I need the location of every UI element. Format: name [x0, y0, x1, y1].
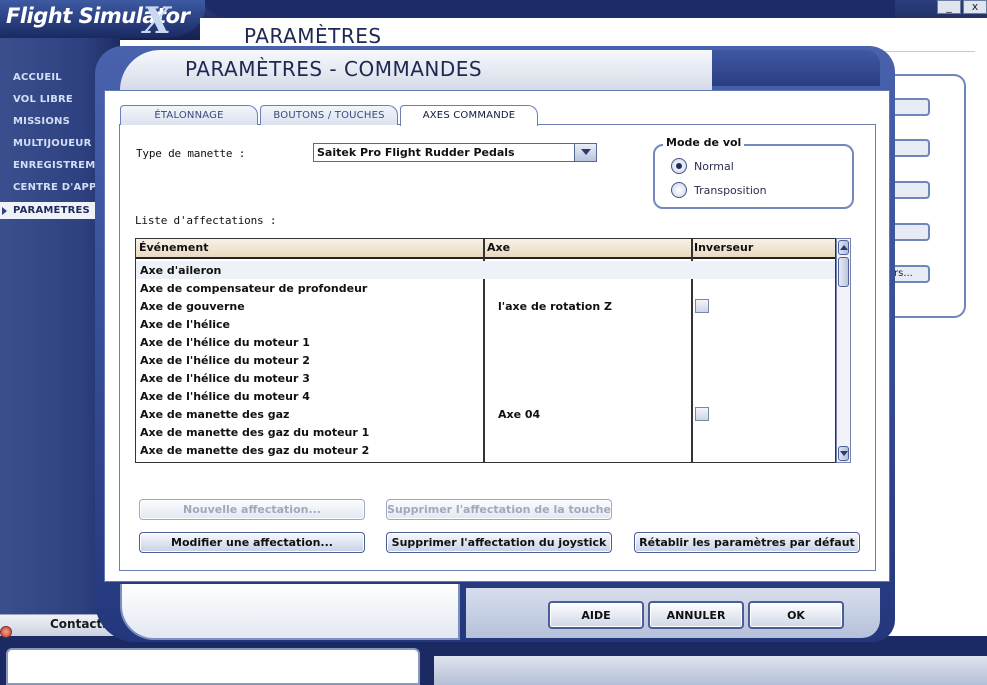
tab-axes-commande[interactable]: AXES COMMANDE — [400, 105, 538, 126]
row-event: Axe de manette des gaz du moteur 2 — [140, 444, 370, 457]
row-event: Axe de gouverne — [140, 300, 245, 313]
radio-transposition[interactable] — [671, 182, 687, 198]
inverse-checkbox[interactable] — [695, 407, 709, 421]
row-axis: Axe 04 — [498, 408, 541, 421]
row-event: Axe de l'hélice du moteur 1 — [140, 336, 310, 349]
table-row[interactable]: Axe de manette des gaz Axe 04 — [136, 405, 835, 423]
active-marker-icon — [2, 207, 7, 215]
delete-joystick-assignment-button[interactable]: Supprimer l'affectation du joystick — [386, 532, 612, 553]
assignments-list[interactable]: Événement Axe Inverseur Axe d'aileron Ax… — [135, 238, 836, 463]
window-controls: _ x — [937, 0, 987, 14]
column-header-evenement[interactable]: Événement — [139, 241, 208, 254]
controller-type-value: Saitek Pro Flight Rudder Pedals — [317, 146, 515, 159]
scroll-down-button[interactable] — [838, 446, 849, 461]
help-button[interactable]: AIDE — [548, 601, 644, 629]
list-header: Événement Axe Inverseur — [136, 239, 835, 259]
table-row[interactable]: Axe de l'hélice du moteur 4 — [136, 387, 835, 405]
app-logo: Flight Simulator X — [0, 0, 205, 42]
row-event: Axe d'aileron — [140, 264, 222, 277]
table-row[interactable]: Axe de gouverne l'axe de rotation Z — [136, 297, 835, 315]
list-scrollbar[interactable] — [836, 238, 851, 463]
column-header-axe[interactable]: Axe — [487, 241, 510, 254]
column-header-inverseur[interactable]: Inverseur — [694, 241, 753, 254]
scroll-thumb[interactable] — [838, 257, 849, 287]
table-row[interactable]: Axe de l'hélice du moteur 3 — [136, 369, 835, 387]
status-dot-icon — [0, 626, 12, 638]
tab-boutons-touches[interactable]: BOUTONS / TOUCHES — [260, 105, 398, 125]
table-row[interactable]: Axe de manette des gaz du moteur 2 — [136, 441, 835, 459]
table-row[interactable]: Axe de l'hélice du moteur 1 — [136, 333, 835, 351]
row-event: Axe de manette des gaz — [140, 408, 290, 421]
title-strip — [205, 0, 895, 18]
bottom-strip — [434, 656, 987, 685]
row-event: Axe de compensateur de profondeur — [140, 282, 368, 295]
modify-assignment-button[interactable]: Modifier une affectation... — [139, 532, 365, 553]
table-row[interactable]: Axe de l'hélice — [136, 315, 835, 333]
row-event: Axe de l'hélice — [140, 318, 231, 331]
radio-transposition-label[interactable]: Transposition — [694, 184, 767, 197]
new-assignment-button[interactable]: Nouvelle affectation... — [139, 499, 365, 520]
controller-type-label: Type de manette : — [136, 147, 246, 160]
minimize-button[interactable]: _ — [937, 0, 961, 14]
close-button[interactable]: x — [963, 0, 987, 14]
restore-defaults-button[interactable]: Rétablir les paramètres par défaut — [634, 532, 860, 553]
radio-normal[interactable] — [671, 158, 687, 174]
bottom-panel — [6, 648, 420, 685]
row-event: Axe de l'hélice du moteur 4 — [140, 390, 310, 403]
ok-button[interactable]: OK — [748, 601, 844, 629]
table-row[interactable]: Axe de manette des gaz du moteur 1 — [136, 423, 835, 441]
row-event: Axe de manette des gaz du moteur 1 — [140, 426, 370, 439]
dialog-title: PARAMÈTRES - COMMANDES — [185, 57, 483, 81]
dialog-footer-left — [120, 584, 460, 640]
table-row[interactable]: Axe d'aileron — [136, 261, 835, 279]
scroll-up-button[interactable] — [838, 240, 849, 255]
row-axis: l'axe de rotation Z — [498, 300, 612, 313]
table-row[interactable]: Axe de l'hélice du moteur 2 — [136, 351, 835, 369]
arrow-up-icon — [840, 245, 848, 250]
row-event: Axe de l'hélice du moteur 3 — [140, 372, 310, 385]
radio-normal-label[interactable]: Normal — [694, 160, 734, 173]
assignments-list-label: Liste d'affectations : — [135, 214, 277, 227]
inverse-checkbox[interactable] — [695, 299, 709, 313]
delete-key-assignment-button[interactable]: Supprimer l'affectation de la touche — [386, 499, 612, 520]
row-event: Axe de l'hélice du moteur 2 — [140, 354, 310, 367]
flight-mode-legend: Mode de vol — [663, 136, 745, 149]
arrow-down-icon — [840, 451, 848, 456]
controller-type-select[interactable]: Saitek Pro Flight Rudder Pedals — [313, 143, 597, 162]
chevron-down-icon — [581, 149, 591, 155]
radio-selected-dot-icon — [676, 163, 682, 169]
cancel-button[interactable]: ANNULER — [648, 601, 744, 629]
logo-x: X — [143, 0, 171, 42]
tab-etalonnage[interactable]: ÉTALONNAGE — [120, 105, 258, 125]
dialog-title-bar-right — [712, 50, 880, 86]
flight-mode-group — [653, 144, 854, 209]
table-row[interactable]: Axe de compensateur de profondeur — [136, 279, 835, 297]
dropdown-button[interactable] — [574, 144, 596, 161]
page-title: PARAMÈTRES — [244, 24, 382, 48]
